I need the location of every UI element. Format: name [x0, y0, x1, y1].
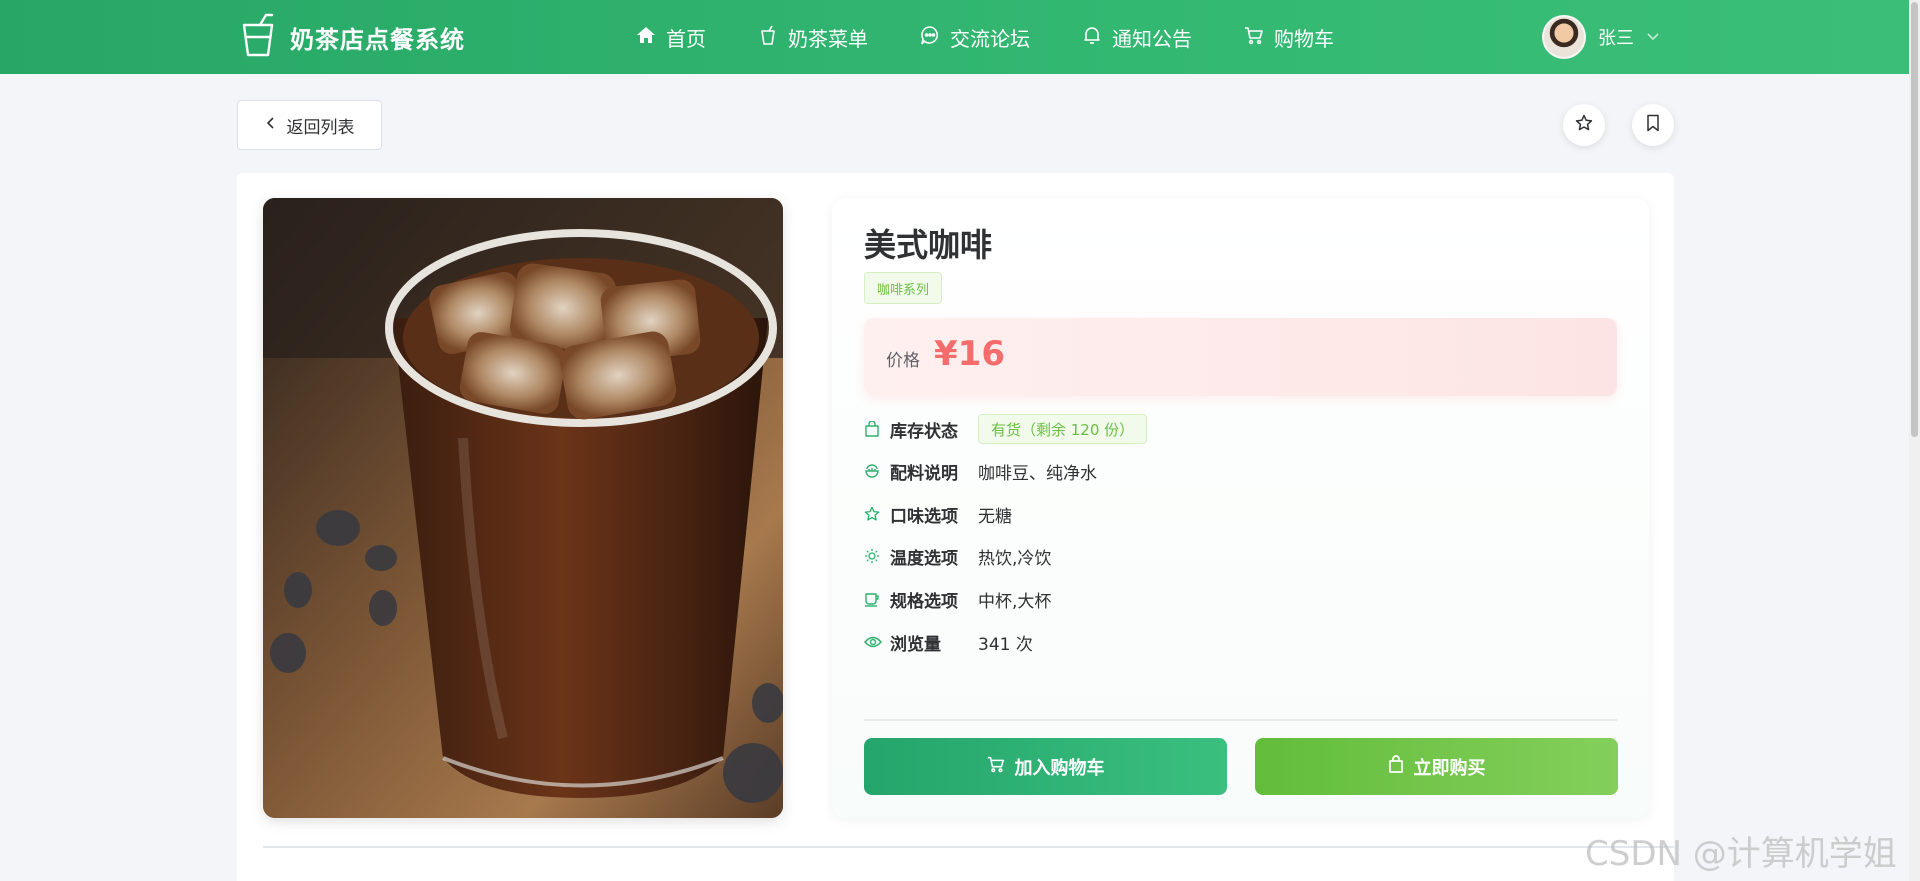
cart-icon	[987, 755, 1005, 778]
detail-label: 温度选项	[890, 548, 958, 569]
nav-item-menu[interactable]: 奶茶菜单	[758, 23, 868, 52]
detail-value: 咖啡豆、纯净水	[978, 463, 1097, 484]
nav-item-label: 首页	[666, 26, 706, 51]
price-box: 价格 ¥16	[864, 318, 1617, 396]
cup-icon	[240, 13, 276, 61]
nav-item-label: 交流论坛	[950, 26, 1030, 51]
detail-label: 浏览量	[890, 634, 941, 655]
nav-item-forum[interactable]: 交流论坛	[920, 23, 1030, 52]
add-to-cart-label: 加入购物车	[1014, 757, 1105, 779]
detail-label: 配料说明	[890, 463, 958, 484]
stock-badge: 有货（剩余 120 份）	[978, 414, 1148, 444]
detail-label: 规格选项	[890, 591, 958, 612]
nav-item-label: 通知公告	[1112, 26, 1192, 51]
divider	[864, 719, 1617, 721]
cup-icon	[758, 25, 778, 50]
star-icon	[864, 505, 882, 523]
watermark: CSDN @计算机学姐	[1585, 834, 1897, 874]
section-divider	[263, 846, 1674, 848]
detail-value: 无糖	[978, 506, 1012, 527]
detail-value: 热饮,冷饮	[978, 548, 1052, 569]
detail-row-ingredients: 配料说明 咖啡豆、纯净水	[864, 456, 1097, 486]
avatar	[1542, 15, 1586, 59]
chevron-down-icon	[1646, 27, 1660, 48]
price-value: ¥16	[934, 334, 1005, 374]
brand[interactable]: 奶茶店点餐系统	[240, 0, 465, 74]
nav-item-home[interactable]: 首页	[636, 23, 706, 52]
nav-item-label: 购物车	[1274, 26, 1334, 51]
bookmark-icon	[1645, 114, 1661, 136]
user-menu[interactable]: 张三	[1542, 0, 1660, 74]
detail-row-size: 规格选项 中杯,大杯	[864, 584, 1051, 614]
sun-icon	[864, 547, 882, 565]
mug-icon	[864, 590, 882, 608]
buy-now-label: 立即购买	[1413, 757, 1486, 779]
brand-title: 奶茶店点餐系统	[290, 25, 465, 54]
bag-icon	[1388, 755, 1404, 778]
detail-value: 中杯,大杯	[978, 591, 1052, 612]
cart-icon	[1244, 25, 1264, 50]
nav-item-label: 奶茶菜单	[788, 26, 868, 51]
detail-label: 口味选项	[890, 506, 958, 527]
back-to-list-button[interactable]: 返回列表	[237, 100, 382, 150]
add-to-cart-button[interactable]: 加入购物车	[864, 738, 1227, 795]
eye-icon	[864, 633, 882, 651]
star-icon	[1575, 114, 1593, 136]
nav-item-notice[interactable]: 通知公告	[1082, 23, 1192, 52]
detail-row-flavor: 口味选项 无糖	[864, 499, 1012, 529]
ingredients-icon	[864, 462, 882, 480]
product-image	[263, 198, 783, 818]
product-info-panel: 美式咖啡 咖啡系列 价格 ¥16 库存状态 有货（剩余 120 份） 配料说明 …	[832, 198, 1649, 818]
detail-row-stock: 库存状态 有货（剩余 120 份）	[864, 414, 1148, 444]
chevron-left-icon	[265, 115, 277, 135]
main-nav: 首页 奶茶菜单 交流论坛 通知公告 购物车	[636, 0, 1386, 74]
scrollbar-thumb[interactable]	[1911, 2, 1918, 437]
bag-icon	[864, 420, 882, 438]
user-name: 张三	[1598, 28, 1634, 49]
chat-icon	[920, 25, 940, 50]
page-scrollbar[interactable]	[1909, 0, 1920, 881]
bell-icon	[1082, 25, 1102, 50]
detail-label: 库存状态	[890, 421, 958, 442]
detail-value: 341 次	[978, 634, 1033, 655]
favorite-button[interactable]	[1563, 104, 1605, 146]
bookmark-button[interactable]	[1632, 104, 1674, 146]
category-tag: 咖啡系列	[864, 272, 943, 304]
detail-row-views: 浏览量 341 次	[864, 627, 1033, 657]
product-title: 美式咖啡	[864, 226, 993, 264]
detail-row-temperature: 温度选项 热饮,冷饮	[864, 541, 1051, 571]
top-navbar: 奶茶店点餐系统 首页 奶茶菜单 交流论坛 通知公告 购物车 张三	[0, 0, 1909, 74]
back-label: 返回列表	[286, 117, 355, 138]
nav-item-cart[interactable]: 购物车	[1244, 23, 1334, 52]
home-icon	[636, 25, 656, 50]
price-label: 价格	[886, 351, 920, 371]
buy-now-button[interactable]: 立即购买	[1255, 738, 1618, 795]
